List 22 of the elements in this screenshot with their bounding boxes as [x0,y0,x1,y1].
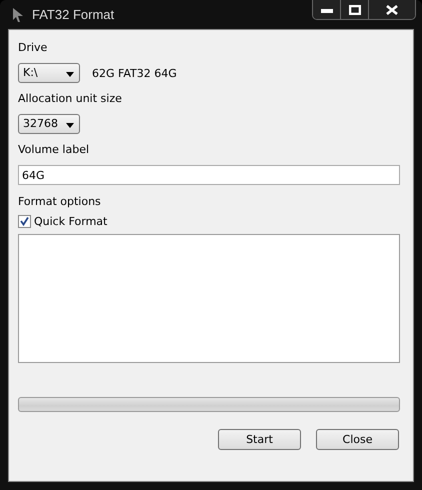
minimize-icon [320,6,332,12]
close-icon [386,4,398,14]
allocation-dropdown[interactable]: 32768 [18,114,80,134]
format-options-label: Format options [18,195,102,209]
quick-format-checkbox[interactable] [18,215,31,228]
cursor-icon [12,6,24,22]
allocation-label: Allocation unit size [18,92,123,106]
maximize-icon [348,4,360,14]
drive-label: Drive [18,41,48,55]
close-button[interactable] [369,0,415,19]
volume-label: Volume label [18,143,90,157]
quick-format-label: Quick Format [34,215,108,228]
drive-info: 62G FAT32 64G [92,66,177,80]
caret-icon [66,123,74,128]
volume-field[interactable]: 64G [18,165,400,185]
close-dialog-button[interactable]: Close [316,429,399,450]
minimize-button[interactable] [313,0,341,19]
window-title: FAT32 Format [32,7,114,22]
maximize-button[interactable] [341,0,369,19]
caret-icon [66,72,74,77]
drive-dropdown[interactable]: K:\ [18,63,80,83]
start-button[interactable]: Start [218,429,301,450]
